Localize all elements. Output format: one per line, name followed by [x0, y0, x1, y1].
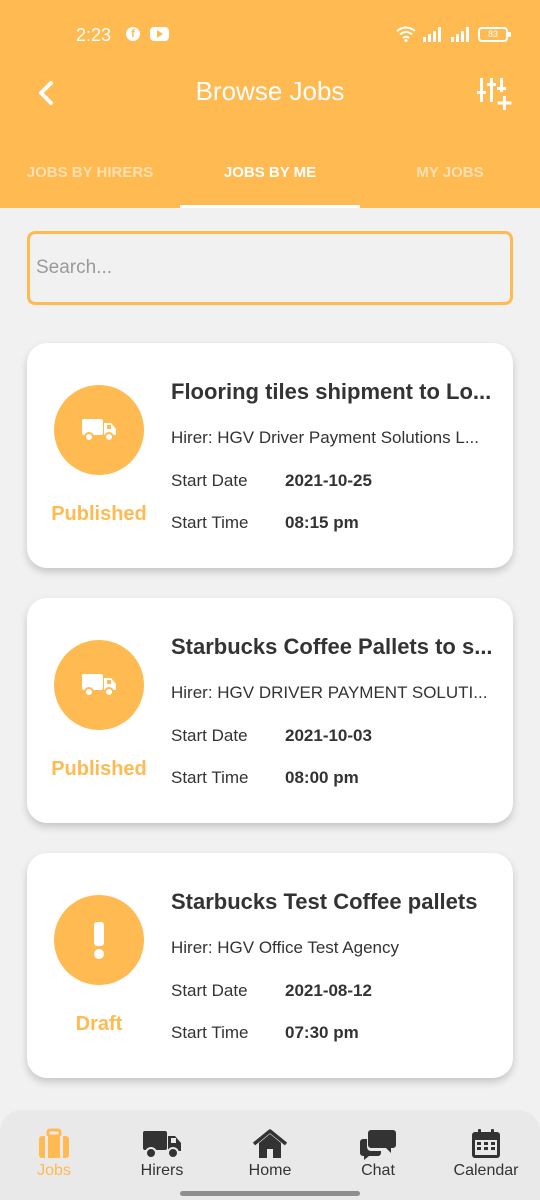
start-time-label: Start Time: [171, 768, 249, 787]
start-time-row: Start Time 08:00 pm: [171, 768, 359, 788]
start-time-value: 07:30 pm: [285, 1023, 359, 1042]
nav-calendar[interactable]: Calendar: [432, 1110, 540, 1200]
wifi-icon: [396, 26, 416, 42]
battery-icon: 83: [478, 26, 511, 42]
job-title: Starbucks Coffee Pallets to s...: [171, 634, 493, 659]
bottom-nav: Jobs Hirers Home Chat Calendar: [0, 1110, 540, 1200]
job-card[interactable]: Draft Starbucks Test Coffee pallets Hire…: [27, 853, 513, 1078]
briefcase-icon: [39, 1128, 69, 1158]
start-date-value: 2021-10-03: [285, 726, 372, 745]
home-indicator: [180, 1191, 360, 1196]
nav-home[interactable]: Home: [216, 1110, 324, 1200]
nav-jobs[interactable]: Jobs: [0, 1110, 108, 1200]
start-time-row: Start Time 08:15 pm: [171, 513, 359, 533]
job-icon-circle: [54, 385, 144, 475]
tab-jobs-by-me[interactable]: JOBS BY ME: [180, 148, 360, 208]
nav-label: Chat: [361, 1162, 395, 1179]
job-status: Draft: [75, 1013, 123, 1035]
signal-icon: [451, 27, 469, 42]
nav-label: Calendar: [453, 1162, 519, 1179]
status-indicators: 83: [396, 26, 511, 42]
tab-my-jobs[interactable]: MY JOBS: [360, 148, 540, 208]
job-icon-circle: [54, 640, 144, 730]
start-time-value: 08:00 pm: [285, 768, 359, 787]
tab-bar: JOBS BY HIRERS JOBS BY ME MY JOBS: [0, 148, 540, 208]
job-hirer: Hirer: HGV Driver Payment Solutions L...: [171, 428, 479, 447]
start-date-row: Start Date 2021-08-12: [171, 981, 372, 1001]
facebook-icon: f: [126, 27, 140, 41]
signal-icon: [423, 27, 441, 42]
search-input[interactable]: [30, 234, 510, 302]
start-date-value: 2021-10-25: [285, 471, 372, 490]
filter-button[interactable]: [474, 74, 514, 114]
calendar-icon: [472, 1129, 500, 1158]
job-hirer: Hirer: HGV DRIVER PAYMENT SOLUTI...: [171, 683, 488, 702]
nav-label: Jobs: [37, 1162, 71, 1179]
start-date-value: 2021-08-12: [285, 981, 372, 1000]
start-date-label: Start Date: [171, 726, 248, 745]
truck-icon: [143, 1131, 181, 1159]
page-title: Browse Jobs: [195, 76, 345, 106]
job-hirer: Hirer: HGV Office Test Agency: [171, 938, 400, 957]
nav-chat[interactable]: Chat: [324, 1110, 432, 1200]
youtube-icon: [150, 27, 169, 41]
job-title: Starbucks Test Coffee pallets: [171, 889, 478, 914]
truck-icon: [82, 419, 116, 442]
start-time-label: Start Time: [171, 1023, 249, 1042]
start-date-label: Start Date: [171, 471, 248, 490]
start-date-row: Start Date 2021-10-25: [171, 471, 372, 491]
job-title: Flooring tiles shipment to Lo...: [171, 379, 492, 404]
nav-label: Hirers: [140, 1162, 184, 1179]
job-status: Published: [51, 758, 147, 780]
start-date-label: Start Date: [171, 981, 248, 1000]
start-time-row: Start Time 07:30 pm: [171, 1023, 359, 1043]
tab-jobs-by-hirers[interactable]: JOBS BY HIRERS: [0, 148, 180, 208]
job-card[interactable]: Published Starbucks Coffee Pallets to s.…: [27, 598, 513, 823]
exclamation-icon: [94, 922, 104, 959]
start-time-value: 08:15 pm: [285, 513, 359, 532]
start-date-row: Start Date 2021-10-03: [171, 726, 372, 746]
search-box: [27, 231, 513, 305]
status-bar: 2:23 f 83: [0, 0, 540, 72]
start-time-label: Start Time: [171, 513, 249, 532]
status-time: 2:23: [76, 25, 112, 45]
nav-hirers[interactable]: Hirers: [108, 1110, 216, 1200]
nav-label: Home: [248, 1162, 292, 1179]
job-status: Published: [51, 503, 147, 525]
job-card[interactable]: Published Flooring tiles shipment to Lo.…: [27, 343, 513, 568]
truck-icon: [82, 674, 116, 697]
filter-add-icon: [477, 78, 512, 110]
job-icon-circle: [54, 895, 144, 985]
home-icon: [252, 1129, 288, 1158]
app-header: 2:23 f 83 Browse Jobs JOBS BY HIRERS JOB…: [0, 0, 540, 208]
chat-icon: [360, 1130, 396, 1160]
